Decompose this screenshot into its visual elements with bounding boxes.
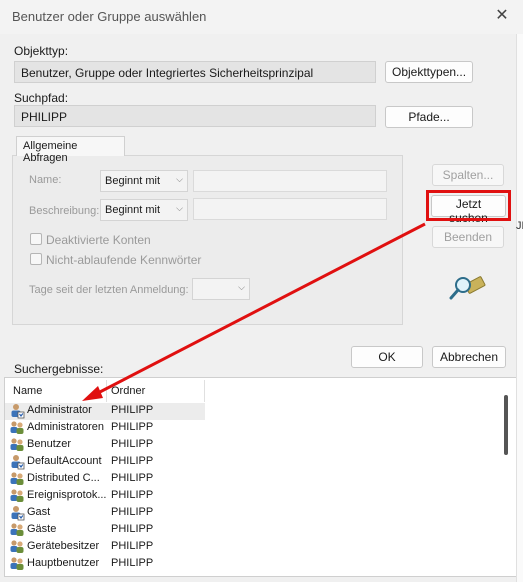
row-folder: PHILIPP	[111, 523, 154, 535]
table-row[interactable]: Benutzer PHILIPP	[5, 437, 205, 454]
row-name: Distributed C...	[27, 472, 100, 484]
chevron-down-icon: ⌵	[176, 203, 183, 213]
user-icon	[11, 455, 25, 470]
group-icon	[10, 472, 24, 485]
non-expiring-passwords-label: Nicht-ablaufende Kennwörter	[46, 253, 202, 267]
row-name: Gast	[27, 506, 51, 518]
cancel-button[interactable]: Abbrechen	[432, 346, 506, 368]
row-name: Benutzer	[27, 438, 72, 450]
results-label: Suchergebnisse:	[14, 362, 104, 376]
row-name: DefaultAccount	[27, 455, 102, 467]
table-row[interactable]: Hauptbenutzer PHILIPP	[5, 556, 205, 573]
group-icon	[10, 438, 24, 451]
background-window-text: JP	[516, 220, 523, 232]
description-input[interactable]	[193, 198, 387, 220]
table-row[interactable]: DefaultAccount PHILIPP	[5, 454, 205, 471]
row-folder: PHILIPP	[111, 438, 154, 450]
group-icon	[10, 523, 24, 536]
row-folder: PHILIPP	[111, 455, 154, 467]
days-since-login-label: Tage seit der letzten Anmeldung:	[29, 284, 189, 296]
search-path-field: PHILIPP	[14, 105, 376, 127]
close-icon: ✕	[495, 7, 509, 24]
chevron-down-icon: ⌵	[238, 282, 245, 292]
disabled-accounts-checkbox[interactable]	[30, 233, 42, 245]
disabled-accounts-label: Deaktivierte Konten	[46, 233, 151, 247]
row-folder: PHILIPP	[111, 489, 154, 501]
name-mode-select[interactable]: Beginnt mit ⌵	[100, 170, 188, 192]
chevron-down-icon: ⌵	[176, 174, 183, 184]
group-icon	[10, 489, 24, 502]
days-since-login-select[interactable]: ⌵	[192, 278, 250, 300]
search-now-highlight	[426, 190, 511, 221]
row-name: Administrator	[27, 404, 92, 416]
object-type-label: Objekttyp:	[14, 44, 69, 58]
row-name: Administratoren	[27, 421, 105, 433]
row-folder: PHILIPP	[111, 540, 154, 552]
non-expiring-passwords-checkbox[interactable]	[30, 253, 42, 265]
name-input[interactable]	[193, 170, 387, 192]
object-type-field: Benutzer, Gruppe oder Integriertes Siche…	[14, 61, 376, 83]
row-folder: PHILIPP	[111, 506, 154, 518]
close-button[interactable]: ✕	[490, 4, 514, 28]
row-name: Hauptbenutzer	[27, 557, 100, 569]
row-folder: PHILIPP	[111, 557, 154, 569]
row-folder: PHILIPP	[111, 404, 154, 416]
group-icon	[10, 421, 24, 434]
paths-button[interactable]: Pfade...	[385, 106, 473, 128]
tab-common-queries[interactable]: Allgemeine Abfragen	[16, 136, 125, 164]
row-name: Gerätebesitzer	[27, 540, 100, 552]
results-scrollbar[interactable]	[504, 395, 508, 455]
window-title: Benutzer oder Gruppe auswählen	[12, 9, 207, 24]
background-window-edge	[516, 34, 523, 582]
row-name: Gäste	[27, 523, 57, 535]
table-row[interactable]: Gast PHILIPP	[5, 505, 205, 522]
group-icon	[10, 540, 24, 553]
description-mode-value: Beginnt mit	[105, 204, 161, 216]
table-row[interactable]: Ereignisprotok... PHILIPP	[5, 488, 205, 505]
stop-button[interactable]: Beenden	[432, 226, 504, 248]
row-name: Ereignisprotok...	[27, 489, 107, 501]
search-magnifier-icon	[449, 276, 486, 300]
user-icon	[11, 404, 25, 419]
ok-button[interactable]: OK	[351, 346, 423, 368]
name-label: Name:	[29, 174, 62, 186]
user-icon	[11, 506, 25, 521]
results-rows: Administrator PHILIPP Administratoren PHILI…	[5, 378, 515, 576]
object-types-button[interactable]: Objekttypen...	[385, 61, 473, 83]
table-row[interactable]: Administratoren PHILIPP	[5, 420, 205, 437]
table-row[interactable]: Gäste PHILIPP	[5, 522, 205, 539]
description-mode-select[interactable]: Beginnt mit ⌵	[100, 199, 188, 221]
table-row[interactable]: Gerätebesitzer PHILIPP	[5, 539, 205, 556]
row-folder: PHILIPP	[111, 421, 154, 433]
row-folder: PHILIPP	[111, 472, 154, 484]
results-list[interactable]: Name Ordner Administrator PHILIPP Administ…	[4, 377, 519, 577]
search-path-label: Suchpfad:	[14, 91, 69, 105]
group-icon	[10, 557, 24, 570]
name-mode-value: Beginnt mit	[105, 175, 161, 187]
description-label: Beschreibung:	[29, 205, 100, 217]
columns-button[interactable]: Spalten...	[432, 164, 504, 186]
table-row[interactable]: Distributed C... PHILIPP	[5, 471, 205, 488]
table-row[interactable]: Administrator PHILIPP	[5, 403, 205, 420]
